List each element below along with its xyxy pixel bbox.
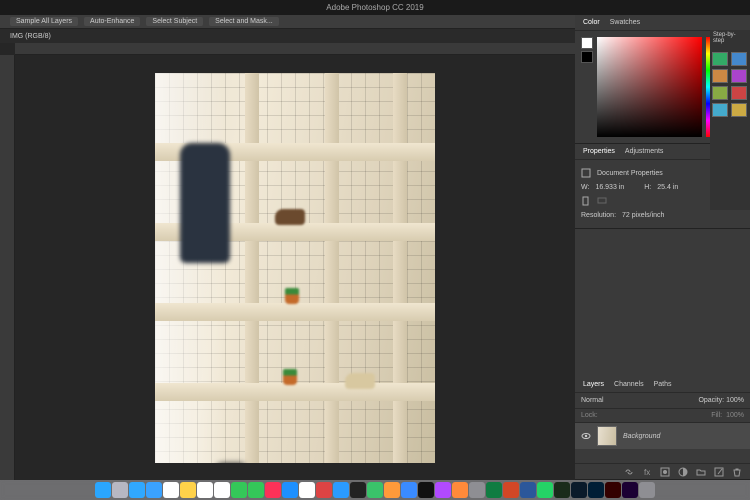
dock-app-facetime[interactable] xyxy=(248,482,264,498)
blend-mode-select[interactable]: Normal xyxy=(581,397,604,404)
resolution-label: Resolution: xyxy=(581,212,616,219)
sample-all-layers-toggle[interactable]: Sample All Layers xyxy=(10,17,78,26)
dock-app-aftereffects[interactable] xyxy=(622,482,638,498)
lock-label: Lock: xyxy=(581,412,598,419)
select-and-mask-button[interactable]: Select and Mask... xyxy=(209,17,279,26)
tab-properties[interactable]: Properties xyxy=(583,148,615,155)
library-thumb[interactable] xyxy=(731,52,747,66)
dock-app-lightroom[interactable] xyxy=(571,482,587,498)
dock-app-powerpoint[interactable] xyxy=(503,482,519,498)
opacity-label: Opacity: xyxy=(698,397,724,404)
tab-channels[interactable]: Channels xyxy=(614,381,644,388)
new-layer-icon[interactable] xyxy=(714,467,724,477)
library-thumb[interactable] xyxy=(712,86,728,100)
dock-app-bridge[interactable] xyxy=(554,482,570,498)
library-thumb[interactable] xyxy=(731,103,747,117)
dock-app-preview[interactable] xyxy=(333,482,349,498)
tab-adjustments[interactable]: Adjustments xyxy=(625,148,664,155)
layers-panel: Layers Channels Paths Normal Opacity: 10… xyxy=(575,377,750,480)
height-label: H: xyxy=(644,184,651,191)
document-tab-label: IMG (RGB/8) xyxy=(10,33,51,40)
opacity-value[interactable]: 100% xyxy=(726,397,744,404)
tab-swatches[interactable]: Swatches xyxy=(610,19,640,26)
ruler-horizontal[interactable] xyxy=(15,43,575,55)
layer-thumbnail[interactable] xyxy=(597,426,617,446)
layer-row[interactable]: Background xyxy=(575,423,750,449)
tab-layers[interactable]: Layers xyxy=(583,381,604,388)
dock-app-photoshop[interactable] xyxy=(588,482,604,498)
select-subject-button[interactable]: Select Subject xyxy=(146,17,203,26)
orientation-portrait-icon[interactable] xyxy=(581,196,591,206)
dock-app-chrome[interactable] xyxy=(299,482,315,498)
adjustment-layer-icon[interactable] xyxy=(678,467,688,477)
width-value[interactable]: 16.933 in xyxy=(595,184,624,191)
dock-app-launchpad[interactable] xyxy=(112,482,128,498)
dock-app-system[interactable] xyxy=(469,482,485,498)
app-title: Adobe Photoshop CC 2019 xyxy=(326,3,423,12)
library-thumb[interactable] xyxy=(712,69,728,83)
dock-app-notes[interactable] xyxy=(180,482,196,498)
workspace xyxy=(0,43,575,480)
dock-app-reminders[interactable] xyxy=(197,482,213,498)
dock-app-calendar[interactable] xyxy=(163,482,179,498)
canvas-image[interactable] xyxy=(155,73,435,463)
link-layers-icon[interactable] xyxy=(624,467,634,477)
library-thumb[interactable] xyxy=(712,103,728,117)
library-thumb[interactable] xyxy=(712,52,728,66)
layer-style-icon[interactable]: fx xyxy=(642,467,652,477)
dock-app-terminal[interactable] xyxy=(350,482,366,498)
dock-app-mail[interactable] xyxy=(146,482,162,498)
dock-app-books[interactable] xyxy=(452,482,468,498)
background-color-swatch[interactable] xyxy=(581,51,593,63)
library-thumb[interactable] xyxy=(731,86,747,100)
macos-dock xyxy=(0,480,750,500)
width-label: W: xyxy=(581,184,589,191)
libraries-section-label: Step-by-step xyxy=(710,30,750,46)
group-icon[interactable] xyxy=(696,467,706,477)
layer-name[interactable]: Background xyxy=(623,433,660,440)
dock-app-spiral[interactable] xyxy=(316,482,332,498)
foreground-color-swatch[interactable] xyxy=(581,37,593,49)
libraries-panel: Step-by-step xyxy=(710,30,750,210)
dock-app-word[interactable] xyxy=(520,482,536,498)
delete-layer-icon[interactable] xyxy=(732,467,742,477)
dock-app-excel[interactable] xyxy=(486,482,502,498)
dock-app-app-store[interactable] xyxy=(282,482,298,498)
dock-app-photos[interactable] xyxy=(214,482,230,498)
dock-app-music[interactable] xyxy=(265,482,281,498)
app-titlebar: Adobe Photoshop CC 2019 xyxy=(0,0,750,15)
dock-app-whatsapp[interactable] xyxy=(537,482,553,498)
dock-app-messages[interactable] xyxy=(231,482,247,498)
tab-paths[interactable]: Paths xyxy=(654,381,672,388)
canvas-viewport[interactable] xyxy=(15,55,575,480)
library-thumb[interactable] xyxy=(731,69,747,83)
dock-app-trash[interactable] xyxy=(639,482,655,498)
dock-app-apple-tv[interactable] xyxy=(418,482,434,498)
layer-mask-icon[interactable] xyxy=(660,467,670,477)
svg-text:fx: fx xyxy=(644,468,650,477)
orientation-landscape-icon[interactable] xyxy=(597,196,607,206)
ruler-vertical[interactable] xyxy=(0,55,15,480)
fill-value[interactable]: 100% xyxy=(726,412,744,419)
fill-label: Fill: xyxy=(711,412,722,419)
color-field[interactable] xyxy=(597,37,702,137)
tab-color[interactable]: Color xyxy=(583,19,600,26)
document-icon xyxy=(581,168,591,178)
resolution-value[interactable]: 72 pixels/inch xyxy=(622,212,664,219)
dock-app-finder[interactable] xyxy=(95,482,111,498)
dock-app-podcasts[interactable] xyxy=(435,482,451,498)
dock-app-pages[interactable] xyxy=(384,482,400,498)
visibility-eye-icon[interactable] xyxy=(581,431,591,441)
dock-app-keynote[interactable] xyxy=(401,482,417,498)
height-value[interactable]: 25.4 in xyxy=(657,184,678,191)
dock-app-safari[interactable] xyxy=(129,482,145,498)
auto-enhance-toggle[interactable]: Auto-Enhance xyxy=(84,17,140,26)
dock-app-illustrator[interactable] xyxy=(605,482,621,498)
dock-app-numbers[interactable] xyxy=(367,482,383,498)
properties-header: Document Properties xyxy=(597,170,663,177)
